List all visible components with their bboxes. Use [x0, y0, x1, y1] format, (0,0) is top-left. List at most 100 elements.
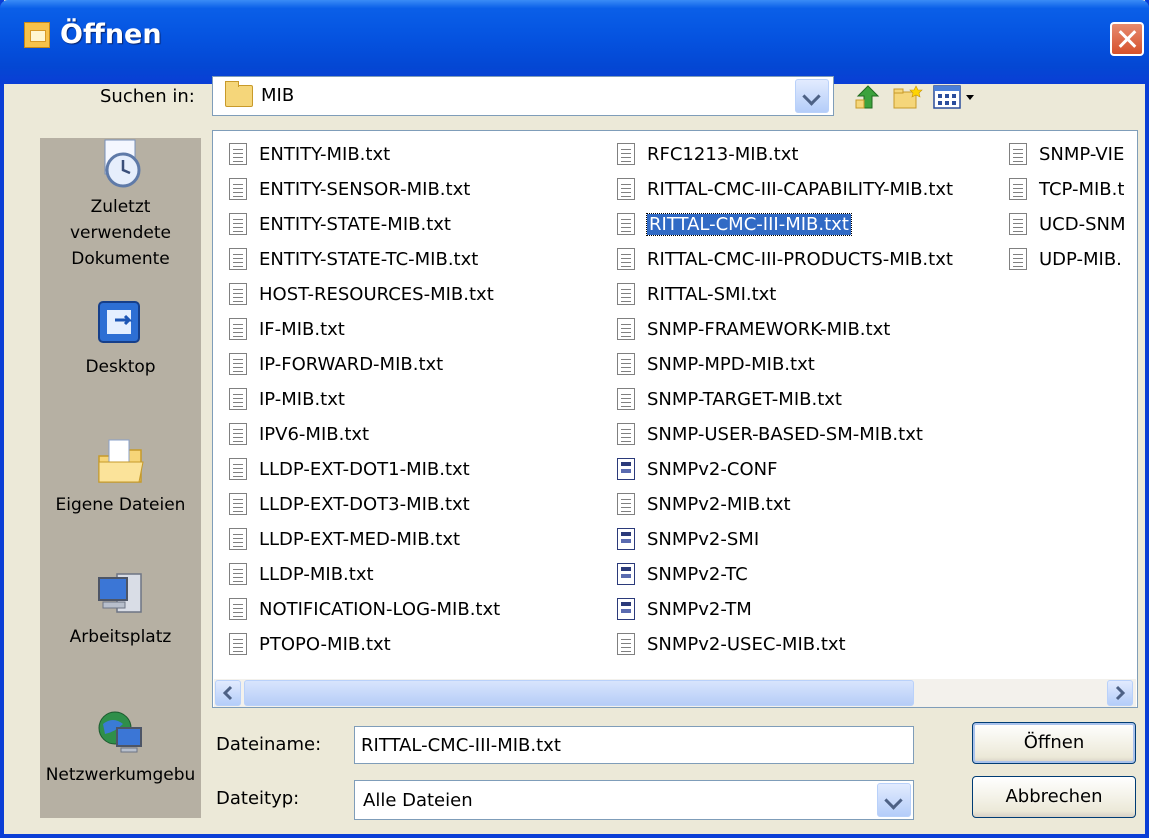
file-name: SNMPv2-MIB.txt — [647, 493, 791, 515]
file-item[interactable]: SNMPv2-TC — [617, 559, 748, 589]
file-name: SNMP-USER-BASED-SM-MIB.txt — [647, 423, 923, 445]
file-item[interactable]: TCP-MIB.t — [1009, 174, 1124, 204]
file-item[interactable]: SNMPv2-TM — [617, 594, 752, 624]
file-item[interactable]: ENTITY-STATE-TC-MIB.txt — [229, 244, 478, 274]
file-item[interactable]: LLDP-EXT-DOT3-MIB.txt — [229, 489, 470, 519]
text-file-icon — [1009, 213, 1027, 235]
file-item[interactable]: RITTAL-CMC-III-PRODUCTS-MIB.txt — [617, 244, 953, 274]
file-item[interactable]: SNMP-MPD-MIB.txt — [617, 349, 815, 379]
place-label: Eigene Dateien — [55, 495, 186, 515]
filetype-combo[interactable]: Alle Dateien — [354, 780, 914, 820]
text-file-icon — [229, 213, 247, 235]
title-bar[interactable]: Öffnen — [0, 0, 1149, 84]
file-item[interactable]: RITTAL-SMI.txt — [617, 279, 776, 309]
place-recent-documents[interactable]: Zuletzt verwendete Dokumente — [40, 138, 201, 272]
file-item[interactable]: IP-FORWARD-MIB.txt — [229, 349, 443, 379]
file-item[interactable]: IP-MIB.txt — [229, 384, 345, 414]
place-my-documents[interactable]: Eigene Dateien — [40, 436, 201, 518]
filetype-value: Alle Dateien — [363, 790, 473, 811]
place-label: Zuletzt verwendete Dokumente — [69, 197, 172, 269]
file-item[interactable]: SNMP-VIE — [1009, 139, 1124, 169]
text-file-icon — [229, 178, 247, 200]
text-file-icon — [617, 178, 635, 200]
scroll-thumb[interactable] — [244, 680, 914, 706]
file-item[interactable]: PTOPO-MIB.txt — [229, 629, 391, 659]
text-file-icon — [617, 423, 635, 445]
places-bar: Zuletzt verwendete Dokumente Desktop Eig… — [40, 138, 201, 818]
text-file-icon — [617, 388, 635, 410]
file-item[interactable]: SNMPv2-USEC-MIB.txt — [617, 629, 846, 659]
file-item[interactable]: LLDP-EXT-MED-MIB.txt — [229, 524, 460, 554]
file-item[interactable]: SNMP-FRAMEWORK-MIB.txt — [617, 314, 890, 344]
file-item[interactable]: UCD-SNM — [1009, 209, 1126, 239]
file-item[interactable]: SNMP-TARGET-MIB.txt — [617, 384, 842, 414]
new-folder-icon[interactable] — [892, 84, 924, 110]
close-button[interactable] — [1110, 22, 1144, 56]
filetype-label: Dateityp: — [216, 788, 300, 809]
filename-label: Dateiname: — [216, 734, 322, 755]
file-item[interactable]: NOTIFICATION-LOG-MIB.txt — [229, 594, 500, 624]
file-item[interactable]: ENTITY-SENSOR-MIB.txt — [229, 174, 470, 204]
file-list[interactable]: ENTITY-MIB.txt ENTITY-SENSOR-MIB.txt ENTIT… — [212, 130, 1138, 708]
filename-input[interactable] — [354, 726, 914, 764]
file-name: RFC1213-MIB.txt — [647, 143, 799, 165]
file-item[interactable]: LLDP-EXT-DOT1-MIB.txt — [229, 454, 470, 484]
horizontal-scrollbar[interactable] — [214, 679, 1136, 707]
file-item[interactable]: ENTITY-MIB.txt — [229, 139, 390, 169]
view-menu-icon[interactable] — [932, 84, 978, 110]
text-file-icon — [229, 353, 247, 375]
place-label: Desktop — [85, 357, 156, 377]
file-name: RITTAL-SMI.txt — [647, 283, 777, 305]
file-name: IF-MIB.txt — [259, 318, 345, 340]
filetype-dropdown-button[interactable] — [877, 783, 911, 817]
file-item[interactable]: SNMPv2-CONF — [617, 454, 777, 484]
file-name: ENTITY-STATE-TC-MIB.txt — [259, 248, 479, 270]
file-item[interactable]: SNMP-USER-BASED-SM-MIB.txt — [617, 419, 923, 449]
recent-documents-icon — [104, 139, 140, 188]
text-file-icon — [229, 423, 247, 445]
scroll-left-button[interactable] — [215, 680, 241, 706]
file-item[interactable]: UDP-MIB. — [1009, 244, 1122, 274]
open-button[interactable]: Öffnen — [972, 722, 1136, 764]
text-file-icon — [229, 318, 247, 340]
text-file-icon — [617, 248, 635, 270]
text-file-icon — [229, 598, 247, 620]
folder-icon — [225, 81, 253, 107]
place-network[interactable]: Netzwerkumgebu — [40, 706, 201, 788]
system-file-icon — [617, 598, 635, 620]
text-file-icon — [617, 633, 635, 655]
file-item[interactable]: SNMPv2-SMI — [617, 524, 759, 554]
text-file-icon — [229, 458, 247, 480]
look-in-dropdown-button[interactable] — [795, 79, 829, 113]
file-name: SNMP-FRAMEWORK-MIB.txt — [647, 318, 891, 340]
my-computer-icon — [97, 573, 142, 613]
file-item[interactable]: RFC1213-MIB.txt — [617, 139, 798, 169]
up-one-level-icon[interactable] — [854, 84, 884, 110]
file-item[interactable]: RITTAL-CMC-III-MIB.txt — [617, 209, 852, 239]
chevron-right-icon — [1115, 685, 1126, 701]
file-name: ENTITY-MIB.txt — [259, 143, 391, 165]
file-name: SNMPv2-SMI — [647, 528, 760, 550]
look-in-combo[interactable]: MIB — [212, 76, 834, 116]
look-in-value: MIB — [261, 85, 295, 106]
file-item[interactable]: IPV6-MIB.txt — [229, 419, 369, 449]
system-file-icon — [617, 563, 635, 585]
file-name: RITTAL-CMC-III-CAPABILITY-MIB.txt — [647, 178, 954, 200]
file-item[interactable]: SNMPv2-MIB.txt — [617, 489, 791, 519]
file-item[interactable]: HOST-RESOURCES-MIB.txt — [229, 279, 494, 309]
text-file-icon — [229, 283, 247, 305]
file-item[interactable]: LLDP-MIB.txt — [229, 559, 374, 589]
file-item[interactable]: IF-MIB.txt — [229, 314, 345, 344]
file-name: TCP-MIB.t — [1039, 178, 1125, 200]
place-desktop[interactable]: Desktop — [40, 298, 201, 380]
scroll-right-button[interactable] — [1107, 680, 1133, 706]
file-item[interactable]: RITTAL-CMC-III-CAPABILITY-MIB.txt — [617, 174, 953, 204]
file-name: SNMP-VIE — [1039, 143, 1125, 165]
look-in-label: Suchen in: — [100, 86, 195, 107]
cancel-button[interactable]: Abbrechen — [972, 776, 1136, 818]
file-item[interactable]: ENTITY-STATE-MIB.txt — [229, 209, 451, 239]
file-name: SNMP-TARGET-MIB.txt — [647, 388, 842, 410]
system-file-icon — [617, 458, 635, 480]
file-name: LLDP-EXT-MED-MIB.txt — [259, 528, 461, 550]
place-my-computer[interactable]: Arbeitsplatz — [40, 568, 201, 650]
